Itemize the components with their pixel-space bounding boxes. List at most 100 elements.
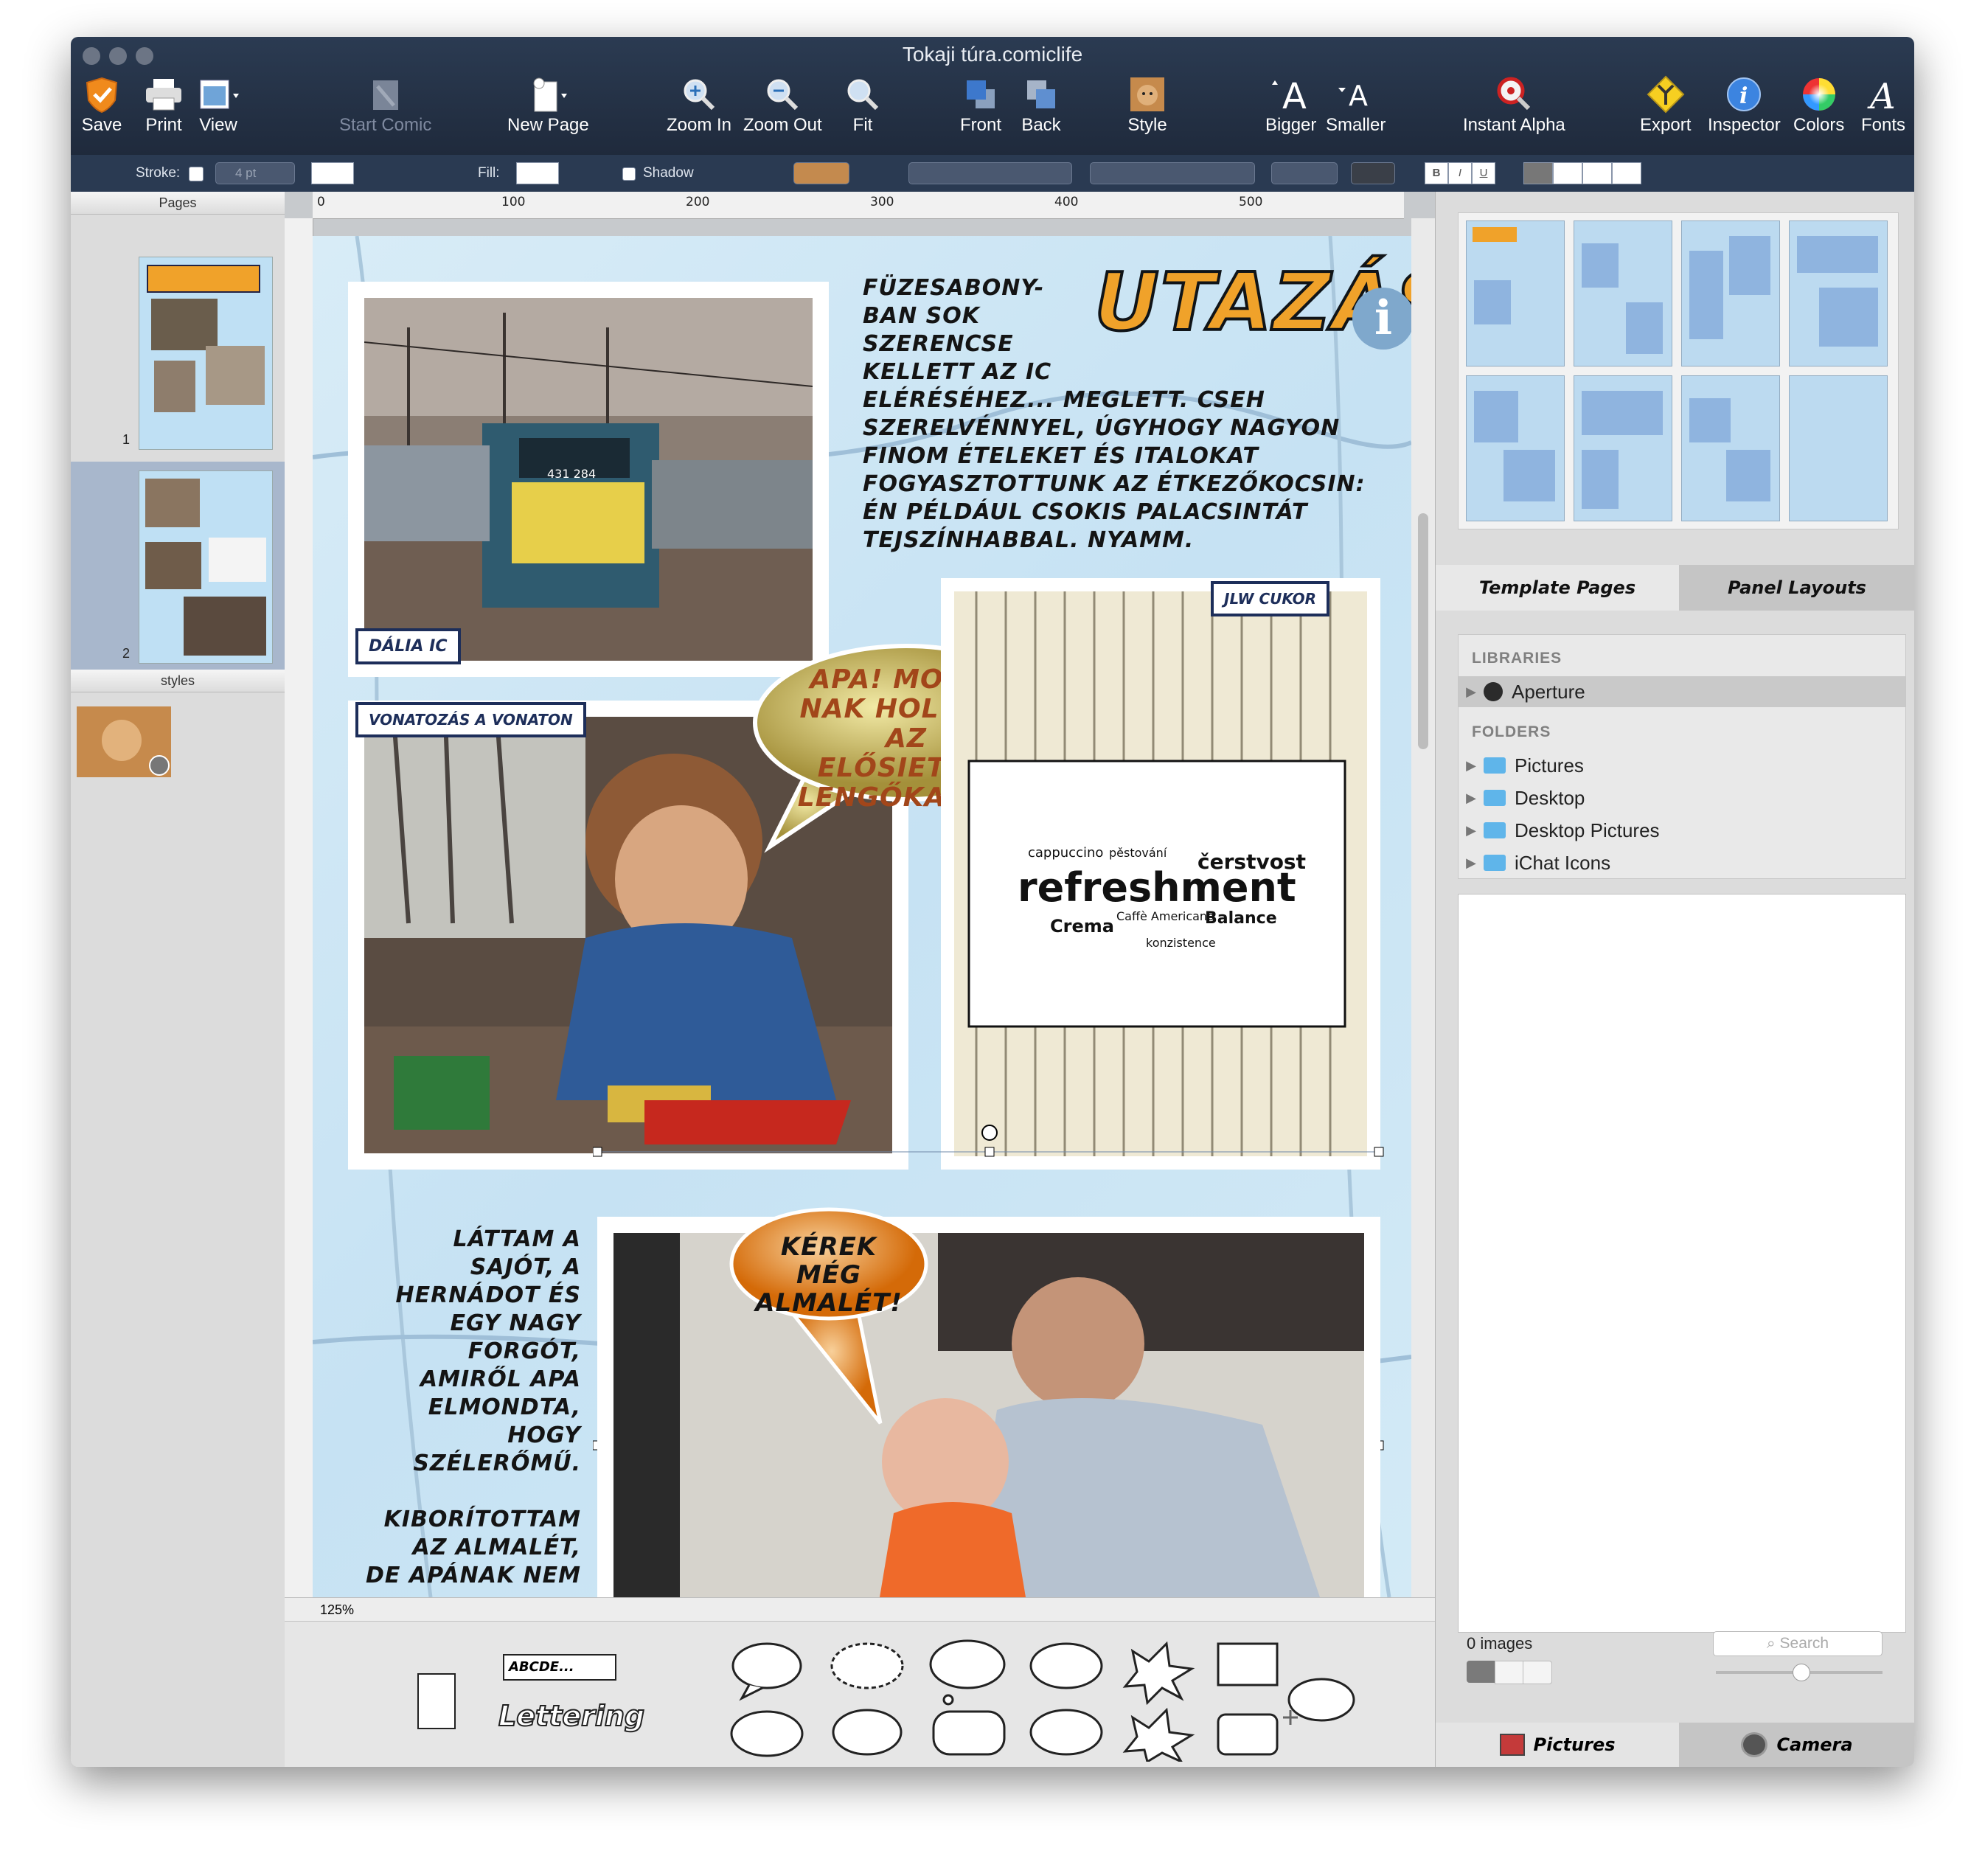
fill-color-well[interactable] (516, 162, 559, 184)
text-color-well[interactable] (1351, 162, 1395, 184)
narration-box-2[interactable]: Láttam a Sajót, a Hernádot és egy nagy forgó… (342, 1226, 581, 1590)
style-button[interactable]: Style (1125, 74, 1169, 136)
template-road-trip[interactable] (1466, 220, 1565, 366)
template-8[interactable] (1789, 375, 1888, 521)
shadow-checkbox[interactable] (622, 167, 636, 181)
lettering-element[interactable]: Lettering (498, 1699, 645, 1733)
panel-coffee[interactable]: cappuccino pěstování čerstvost refreshme… (941, 578, 1380, 1170)
start-comic-button[interactable]: Start Comic (339, 74, 431, 136)
page-number-1: 1 (122, 432, 131, 447)
folder-item-desktop[interactable]: ▶ Desktop (1459, 782, 1905, 813)
zoom-level-select[interactable]: 125% (320, 1602, 354, 1618)
panel-train[interactable]: 431 284 (348, 282, 829, 677)
folder-item-ichat-icons[interactable]: ▶ iChat Icons (1459, 847, 1905, 878)
panel-element[interactable] (417, 1673, 456, 1729)
caption-jlw-cukor[interactable]: JLW Cukor (1211, 581, 1330, 616)
stroke-color-well[interactable] (311, 162, 354, 184)
stroke-size-select[interactable]: 4 pt (215, 162, 295, 184)
back-button[interactable]: Back (1019, 74, 1063, 136)
style-picker[interactable] (793, 162, 849, 184)
template-3[interactable] (1681, 220, 1780, 366)
new-page-button[interactable]: New Page (507, 74, 589, 136)
send-back-icon (1019, 74, 1063, 115)
font-size-select[interactable] (1271, 162, 1338, 184)
template-7[interactable] (1681, 375, 1780, 521)
export-button[interactable]: Export (1640, 74, 1691, 136)
comic-page[interactable]: 431 284 Dália IC Füzesabony-ban sok szere… (313, 236, 1411, 1597)
libraries-header: LIBRARIES (1472, 650, 1562, 667)
caption-element[interactable]: ABCDE... (503, 1654, 616, 1681)
template-5[interactable] (1466, 375, 1565, 521)
tab-panel-layouts[interactable]: Panel Layouts (1679, 565, 1914, 611)
bigger-button[interactable]: A Bigger (1265, 74, 1316, 136)
svg-text:Crema: Crema (1050, 916, 1114, 937)
save-button[interactable]: Save (80, 74, 124, 136)
jagged-balloon-option[interactable] (832, 1709, 903, 1756)
align-right-button[interactable] (1582, 162, 1612, 184)
colors-button[interactable]: Colors (1793, 74, 1844, 136)
italic-button[interactable]: I (1448, 162, 1472, 184)
canvas-vertical-scrollbar[interactable] (1411, 218, 1435, 1597)
box-balloon-option[interactable] (1217, 1642, 1279, 1686)
style-thumbnail[interactable] (77, 706, 171, 777)
font-family-select[interactable] (908, 162, 1072, 184)
disclosure-triangle-icon: ▶ (1466, 684, 1476, 699)
folder-item-desktop-pictures[interactable]: ▶ Desktop Pictures (1459, 815, 1905, 846)
speech-balloon-option[interactable] (731, 1642, 802, 1689)
stroke-checkbox[interactable] (189, 167, 204, 181)
front-button[interactable]: Front (959, 74, 1003, 136)
fit-button[interactable]: Fit (841, 74, 885, 136)
thought-balloon-option[interactable] (929, 1639, 1006, 1689)
add-balloon-option[interactable] (1287, 1678, 1355, 1722)
scroll-thumb[interactable] (1418, 513, 1428, 749)
inspector-button[interactable]: i Inspector (1708, 74, 1781, 136)
scalloped-balloon-option[interactable] (1029, 1709, 1103, 1756)
grid-view-button[interactable] (1467, 1661, 1495, 1683)
thumbnail-size-slider[interactable] (1716, 1664, 1883, 1681)
tab-template-pages[interactable]: Template Pages (1436, 565, 1679, 611)
list-view-button[interactable] (1495, 1661, 1524, 1684)
zoom-out-button[interactable]: Zoom Out (743, 74, 822, 136)
panel-father-child[interactable] (597, 1217, 1380, 1597)
zoom-in-button[interactable]: Zoom In (667, 74, 731, 136)
template-2[interactable] (1574, 220, 1672, 366)
align-center-button[interactable] (1553, 162, 1582, 184)
burst-balloon-option-2[interactable] (1122, 1707, 1195, 1762)
balloon-palette: ABCDE... Lettering (285, 1621, 1435, 1767)
underline-button[interactable]: U (1472, 162, 1495, 184)
template-6[interactable] (1574, 375, 1672, 521)
fonts-button[interactable]: A Fonts (1861, 74, 1905, 136)
smaller-button[interactable]: A Smaller (1326, 74, 1386, 136)
template-4[interactable] (1789, 220, 1888, 366)
print-button[interactable]: Print (142, 74, 186, 136)
bold-button[interactable]: B (1425, 162, 1448, 184)
tab-camera[interactable]: Camera (1679, 1723, 1914, 1767)
detail-view-button[interactable] (1523, 1661, 1552, 1684)
rounded-box-balloon-option[interactable] (932, 1710, 1006, 1756)
tab-pictures[interactable]: Pictures (1436, 1723, 1679, 1767)
font-style-select[interactable] (1090, 162, 1255, 184)
template-tabs: Template Pages Panel Layouts (1436, 565, 1914, 614)
burst-balloon-option[interactable] (1122, 1641, 1195, 1706)
slider-knob[interactable] (1793, 1664, 1810, 1681)
speech-balloon-option-2[interactable] (730, 1710, 804, 1757)
instant-alpha-button[interactable]: Instant Alpha (1463, 74, 1565, 136)
folder-item-pictures[interactable]: ▶ Pictures (1459, 750, 1905, 781)
fit-icon (841, 74, 885, 115)
search-icon: ⌕ (1766, 1635, 1780, 1652)
align-left-button[interactable] (1523, 162, 1553, 184)
page-thumbnail-2[interactable] (139, 470, 273, 664)
library-item-aperture[interactable]: ▶ Aperture (1459, 676, 1905, 707)
search-input[interactable]: ⌕ Search (1713, 1631, 1883, 1656)
caption-dalia-ic[interactable]: Dália IC (355, 628, 461, 664)
box-balloon-option-2[interactable] (1217, 1713, 1279, 1756)
align-justify-button[interactable] (1612, 162, 1641, 184)
image-browser[interactable] (1458, 894, 1906, 1633)
whisper-balloon-option[interactable] (830, 1642, 904, 1689)
info-icon: i (1722, 74, 1766, 115)
svg-text:A: A (1282, 76, 1307, 114)
caption-vonatozas[interactable]: Vonatozás a vonaton (355, 702, 586, 737)
view-button[interactable]: View (196, 74, 240, 136)
page-thumbnail-1[interactable] (139, 257, 273, 450)
rounded-balloon-option[interactable] (1029, 1642, 1103, 1689)
